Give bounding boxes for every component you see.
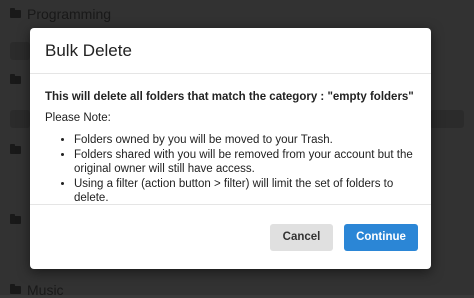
note-item: Folders owned by you will be moved to yo… [74,133,416,148]
note-item: Folders shared with you will be removed … [74,148,416,177]
note-label: Please Note: [45,112,111,124]
dialog-footer: Cancel Continue [30,204,431,269]
cancel-button[interactable]: Cancel [270,223,333,251]
dialog-header: Bulk Delete [30,28,431,74]
note-item: Using a filter (action button > filter) … [74,177,416,206]
continue-button[interactable]: Continue [344,223,418,251]
delete-warning: This will delete all folders that match … [45,91,414,103]
notes-list: Folders owned by you will be moved to yo… [45,133,416,206]
bulk-delete-dialog: Bulk Delete This will delete all folders… [30,28,431,269]
dialog-title: Bulk Delete [45,40,132,60]
dialog-body: This will delete all folders that match … [30,74,431,206]
